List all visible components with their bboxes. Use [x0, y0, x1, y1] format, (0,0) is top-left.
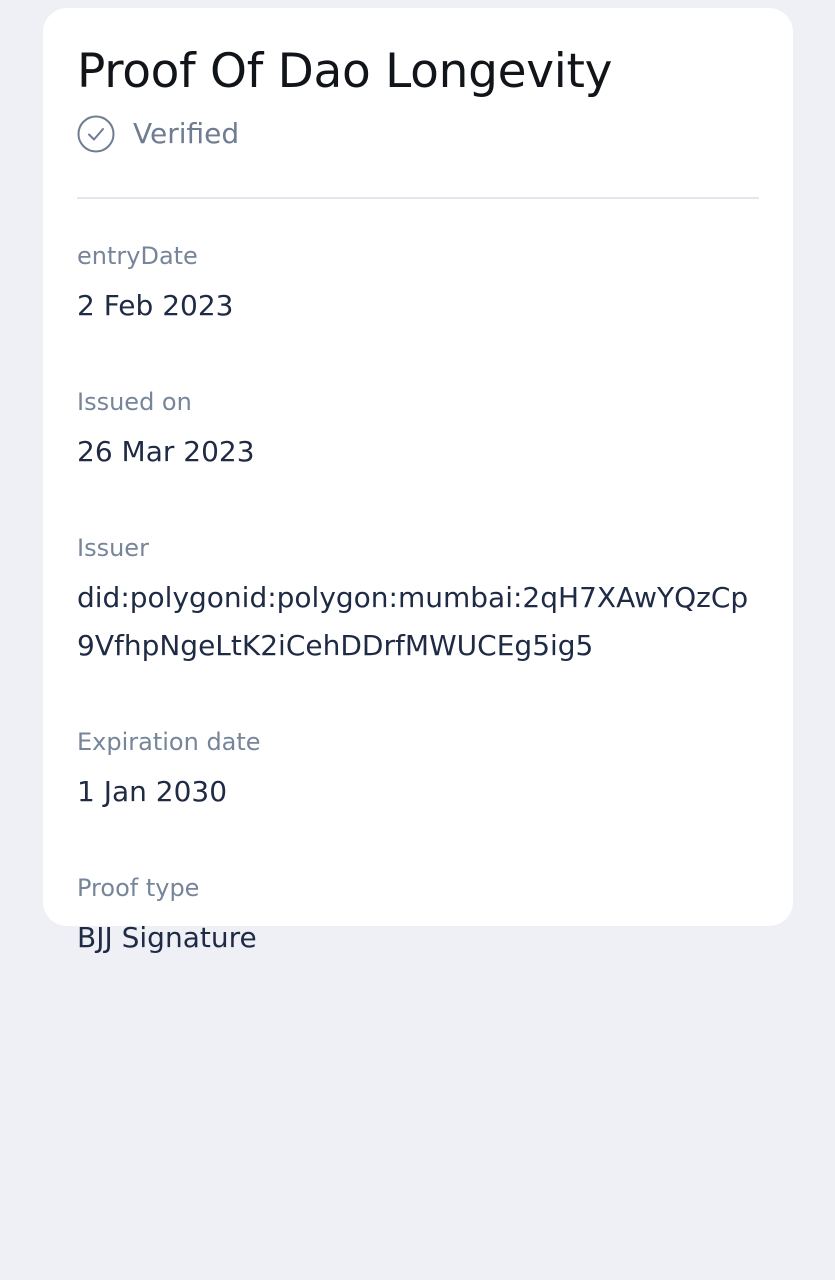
credential-details: entryDate 2 Feb 2023 Issued on 26 Mar 20…: [77, 240, 759, 962]
verification-status-label: Verified: [133, 117, 240, 151]
field-value: 1 Jan 2030: [77, 774, 228, 808]
check-circle-icon: [77, 115, 115, 153]
field-expiration-date: Expiration date 1 Jan 2030: [77, 726, 759, 816]
field-issuer: Issuer did:polygonid:polygon:mumbai:2qH7…: [77, 532, 759, 670]
divider: [77, 196, 759, 199]
field-label: entryDate: [77, 241, 198, 270]
verification-status: Verified: [77, 114, 759, 154]
field-label: Proof type: [77, 873, 200, 902]
field-label: Issued on: [77, 387, 192, 416]
field-entry-date: entryDate 2 Feb 2023: [77, 240, 759, 330]
credential-title: Proof Of Dao Longevity: [77, 44, 613, 99]
field-value: 26 Mar 2023: [77, 434, 255, 468]
field-value: BJJ Signature: [77, 920, 257, 954]
field-label: Issuer: [77, 533, 149, 562]
field-issued-on: Issued on 26 Mar 2023: [77, 386, 759, 476]
field-value: did:polygonid:polygon:mumbai:2qH7XAwYQzC…: [77, 580, 749, 662]
credential-card: Proof Of Dao Longevity Verified entryDat…: [43, 8, 793, 954]
field-proof-type: Proof type BJJ Signature: [77, 872, 759, 962]
field-label: Expiration date: [77, 727, 261, 756]
field-value: 2 Feb 2023: [77, 288, 234, 322]
